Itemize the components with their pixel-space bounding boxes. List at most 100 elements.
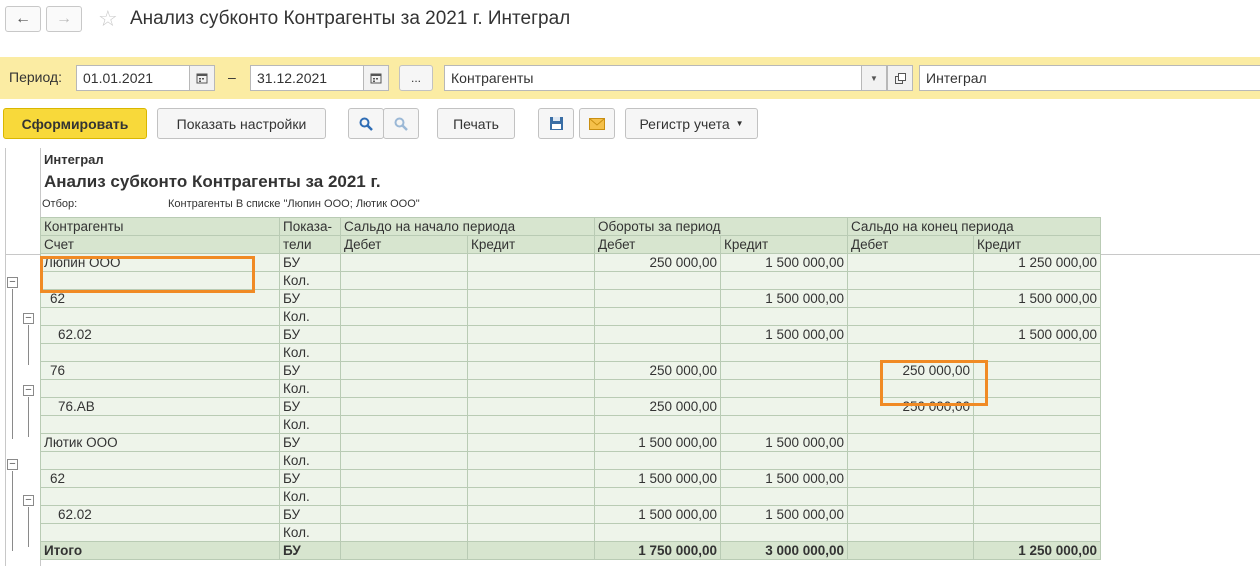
print-button[interactable]: Печать: [437, 108, 515, 139]
opening-credit-cell[interactable]: [466, 379, 596, 398]
collapse-icon[interactable]: −: [23, 313, 34, 324]
indicator-cell[interactable]: Кол.: [279, 415, 341, 434]
turnover-debit-cell[interactable]: [594, 379, 722, 398]
turnover-credit-cell[interactable]: [720, 415, 849, 434]
closing-credit-cell[interactable]: [973, 397, 1102, 416]
closing-debit-cell[interactable]: [847, 541, 975, 560]
period-select-button[interactable]: ...: [399, 65, 433, 91]
cancel-search-button[interactable]: [383, 108, 419, 139]
closing-credit-cell[interactable]: 1 500 000,00: [973, 325, 1102, 344]
indicator-cell[interactable]: БУ: [279, 289, 341, 308]
turnover-debit-cell[interactable]: [594, 325, 722, 344]
opening-credit-cell[interactable]: [466, 325, 596, 344]
indicator-cell[interactable]: БУ: [279, 505, 341, 524]
closing-credit-cell[interactable]: [973, 415, 1102, 434]
show-settings-button[interactable]: Показать настройки: [157, 108, 326, 139]
closing-debit-cell[interactable]: [847, 505, 975, 524]
indicator-cell[interactable]: БУ: [279, 253, 341, 272]
closing-credit-cell[interactable]: [973, 307, 1102, 326]
send-mail-button[interactable]: [579, 108, 615, 139]
turnover-credit-cell[interactable]: [720, 307, 849, 326]
organization-field[interactable]: Интеграл: [919, 65, 1260, 91]
opening-credit-cell[interactable]: [466, 505, 596, 524]
closing-debit-cell[interactable]: [847, 451, 975, 470]
closing-credit-cell[interactable]: [973, 469, 1102, 488]
opening-debit-cell[interactable]: [340, 469, 468, 488]
opening-debit-cell[interactable]: [340, 397, 468, 416]
opening-credit-cell[interactable]: [466, 361, 596, 380]
subconto-dropdown-button[interactable]: ▼: [861, 65, 887, 91]
row-name-cell[interactable]: [40, 415, 280, 434]
closing-credit-cell[interactable]: [973, 451, 1102, 470]
opening-credit-cell[interactable]: [466, 307, 596, 326]
turnover-credit-cell[interactable]: 1 500 000,00: [720, 433, 849, 452]
closing-credit-cell[interactable]: [973, 379, 1102, 398]
indicator-cell[interactable]: Кол.: [279, 307, 341, 326]
turnover-debit-cell[interactable]: 1 500 000,00: [594, 505, 722, 524]
turnover-credit-cell[interactable]: [720, 451, 849, 470]
turnover-credit-cell[interactable]: [720, 343, 849, 362]
row-name-cell[interactable]: 76.АВ: [40, 397, 280, 416]
collapse-icon[interactable]: −: [23, 385, 34, 396]
closing-credit-cell[interactable]: [973, 505, 1102, 524]
turnover-credit-cell[interactable]: 1 500 000,00: [720, 505, 849, 524]
closing-credit-cell[interactable]: 1 250 000,00: [973, 541, 1102, 560]
collapse-icon[interactable]: −: [23, 495, 34, 506]
row-name-cell[interactable]: [40, 523, 280, 542]
turnover-debit-cell[interactable]: 250 000,00: [594, 397, 722, 416]
opening-credit-cell[interactable]: [466, 469, 596, 488]
closing-debit-cell[interactable]: [847, 487, 975, 506]
turnover-debit-cell[interactable]: 250 000,00: [594, 361, 722, 380]
row-name-cell[interactable]: 62: [40, 469, 280, 488]
indicator-cell[interactable]: Кол.: [279, 271, 341, 290]
row-name-cell[interactable]: [40, 307, 280, 326]
date-to-calendar-button[interactable]: [363, 65, 389, 91]
indicator-cell[interactable]: Кол.: [279, 523, 341, 542]
opening-debit-cell[interactable]: [340, 253, 468, 272]
opening-credit-cell[interactable]: [466, 271, 596, 290]
turnover-debit-cell[interactable]: 1 500 000,00: [594, 433, 722, 452]
closing-debit-cell[interactable]: [847, 523, 975, 542]
opening-credit-cell[interactable]: [466, 343, 596, 362]
closing-credit-cell[interactable]: [973, 271, 1102, 290]
collapse-icon[interactable]: −: [7, 277, 18, 288]
closing-credit-cell[interactable]: [973, 487, 1102, 506]
closing-credit-cell[interactable]: 1 250 000,00: [973, 253, 1102, 272]
opening-credit-cell[interactable]: [466, 451, 596, 470]
closing-debit-cell[interactable]: [847, 271, 975, 290]
closing-credit-cell[interactable]: [973, 343, 1102, 362]
indicator-cell[interactable]: БУ: [279, 433, 341, 452]
turnover-credit-cell[interactable]: 1 500 000,00: [720, 253, 849, 272]
row-name-cell[interactable]: 62.02: [40, 505, 280, 524]
opening-debit-cell[interactable]: [340, 343, 468, 362]
turnover-credit-cell[interactable]: [720, 397, 849, 416]
closing-credit-cell[interactable]: [973, 361, 1102, 380]
closing-debit-cell[interactable]: [847, 469, 975, 488]
turnover-debit-cell[interactable]: [594, 307, 722, 326]
indicator-cell[interactable]: Кол.: [279, 379, 341, 398]
indicator-cell[interactable]: Кол.: [279, 343, 341, 362]
turnover-debit-cell[interactable]: 1 500 000,00: [594, 469, 722, 488]
opening-debit-cell[interactable]: [340, 289, 468, 308]
opening-debit-cell[interactable]: [340, 307, 468, 326]
opening-debit-cell[interactable]: [340, 325, 468, 344]
turnover-credit-cell[interactable]: [720, 523, 849, 542]
date-to-field[interactable]: 31.12.2021: [250, 65, 364, 91]
opening-debit-cell[interactable]: [340, 271, 468, 290]
turnover-debit-cell[interactable]: [594, 289, 722, 308]
search-button[interactable]: [348, 108, 384, 139]
opening-credit-cell[interactable]: [466, 523, 596, 542]
turnover-credit-cell[interactable]: [720, 361, 849, 380]
closing-debit-cell[interactable]: [847, 415, 975, 434]
row-name-cell[interactable]: [40, 487, 280, 506]
indicator-cell[interactable]: БУ: [279, 541, 341, 560]
closing-debit-cell[interactable]: [847, 343, 975, 362]
closing-debit-cell[interactable]: [847, 325, 975, 344]
opening-debit-cell[interactable]: [340, 415, 468, 434]
turnover-credit-cell[interactable]: 1 500 000,00: [720, 289, 849, 308]
date-from-calendar-button[interactable]: [189, 65, 215, 91]
opening-credit-cell[interactable]: [466, 397, 596, 416]
subconto-open-button[interactable]: [887, 65, 913, 91]
turnover-credit-cell[interactable]: 1 500 000,00: [720, 469, 849, 488]
indicator-cell[interactable]: Кол.: [279, 487, 341, 506]
